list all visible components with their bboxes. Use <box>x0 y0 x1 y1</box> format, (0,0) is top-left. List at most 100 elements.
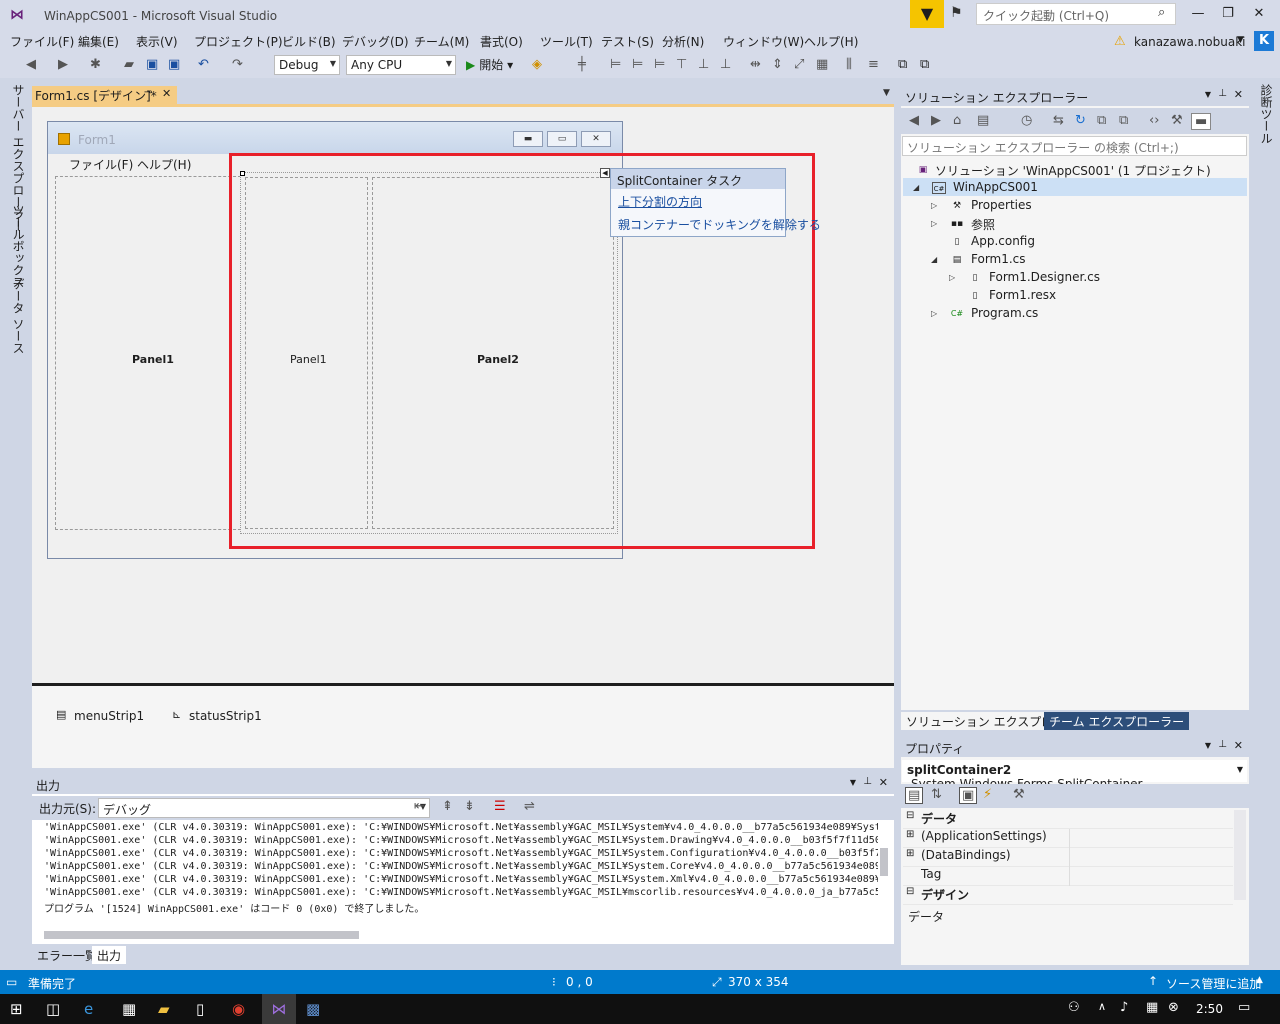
tree-solution[interactable]: ソリューション 'WinAppCS001' (1 プロジェクト) <box>935 162 1211 179</box>
form-menu-file[interactable]: ファイル(F) <box>69 156 133 173</box>
user-name[interactable]: kanazawa.nobuaki <box>1134 35 1246 49</box>
categorized-icon[interactable]: ▤ <box>905 787 924 804</box>
pin-icon[interactable]: ⊥ <box>863 776 872 787</box>
open-folder-icon[interactable]: ▰ <box>124 57 134 72</box>
chevron-up-icon[interactable]: ∧ <box>1098 1000 1106 1013</box>
properties-scrollbar[interactable] <box>1234 810 1246 900</box>
menu-debug[interactable]: デバッグ(D) <box>342 33 409 50</box>
chevron-down-icon[interactable]: ▼ <box>1237 35 1244 45</box>
notification-icon[interactable]: ⚑ <box>950 5 963 21</box>
vertical-spacing-icon[interactable]: ≡ <box>868 57 879 72</box>
expand-icon[interactable]: ⊞ <box>906 829 914 840</box>
align-top-icon[interactable]: ⊤ <box>676 57 687 72</box>
close-icon[interactable]: ✕ <box>162 87 171 100</box>
chevron-up-icon[interactable]: ▲ <box>1256 975 1263 985</box>
tab-form1-designer[interactable]: Form1.cs [デザイン]* ⊸ ✕ <box>32 86 177 104</box>
close-icon[interactable]: ✕ <box>879 776 888 789</box>
prop-row-tag[interactable]: Tag <box>903 867 1233 886</box>
avatar[interactable]: K <box>1254 31 1274 51</box>
align-right-icon[interactable]: ⊨ <box>654 57 665 72</box>
forward-icon[interactable]: ▶ <box>58 57 68 72</box>
network-icon[interactable]: ▦ <box>1146 1000 1158 1015</box>
task-view-icon[interactable]: ◫ <box>46 1000 60 1018</box>
tree-project[interactable]: WinAppCS001 <box>953 180 1038 194</box>
tree-properties[interactable]: Properties <box>971 198 1032 212</box>
action-center-icon[interactable]: ▭ <box>1238 1000 1250 1015</box>
minimize-button[interactable]: — <box>1188 6 1208 21</box>
make-same-height-icon[interactable]: ⇕ <box>772 57 783 72</box>
back-icon[interactable]: ◀ <box>26 57 36 72</box>
menu-project[interactable]: プロジェクト(P) <box>194 33 283 50</box>
people-icon[interactable]: ⚇ <box>1068 1000 1080 1015</box>
tree-app-config[interactable]: App.config <box>971 234 1035 248</box>
properties-icon[interactable]: ⚒ <box>1171 113 1183 128</box>
alphabetical-icon[interactable]: ⇅ <box>931 787 942 802</box>
output-horizontal-scrollbar[interactable] <box>44 931 359 939</box>
diagnostic-tools-tab[interactable]: 診断ツール <box>1258 84 1275 144</box>
tab-output[interactable]: 出力 <box>92 946 127 964</box>
show-all-files-icon[interactable]: ⧉ <box>1119 113 1128 128</box>
events-icon[interactable]: ⚡ <box>983 787 992 802</box>
file-explorer-icon[interactable]: ▰ <box>158 1000 170 1018</box>
size-to-grid-icon[interactable]: ▦ <box>816 57 828 72</box>
expanded-arrow-icon[interactable]: ◢ <box>913 183 919 192</box>
tab-team-explorer[interactable]: チーム エクスプローラー <box>1044 712 1190 730</box>
align-middle-icon[interactable]: ⊥ <box>698 57 709 72</box>
collapse-icon[interactable]: ⊟ <box>906 810 914 821</box>
refresh-icon[interactable]: ↻ <box>1075 113 1086 128</box>
menu-view[interactable]: 表示(V) <box>136 33 178 50</box>
collapse-all-icon[interactable]: ⧉ <box>1097 113 1106 128</box>
tree-form1-cs[interactable]: Form1.cs <box>971 252 1026 266</box>
properties-view-icon[interactable]: ▣ <box>959 787 978 804</box>
chevron-down-icon[interactable]: ▼ <box>883 88 890 98</box>
output-source-select[interactable]: デバッグ ▼ <box>98 798 430 818</box>
make-same-size-icon[interactable]: ⤢ <box>794 57 804 72</box>
send-to-back-icon[interactable]: ⧉ <box>920 57 929 72</box>
collapsed-arrow-icon[interactable]: ▷ <box>931 219 937 228</box>
preview-icon[interactable]: ▬ <box>1191 113 1212 130</box>
solution-search-input[interactable]: ソリューション エクスプローラー の検索 (Ctrl+;) <box>902 136 1247 156</box>
clock[interactable]: 2:50 <box>1196 1002 1223 1016</box>
collapsed-arrow-icon[interactable]: ▷ <box>949 273 955 282</box>
calculator-icon[interactable]: ▦ <box>122 1000 136 1018</box>
search-icon[interactable]: ⌕ <box>1158 5 1165 20</box>
align-icon[interactable]: ╪ <box>578 57 586 72</box>
start-debug-button[interactable]: ▶ 開始 ▾ <box>466 56 513 73</box>
save-icon[interactable]: ▣ <box>146 57 158 72</box>
menu-build[interactable]: ビルド(B) <box>282 33 336 50</box>
smart-tag-glyph-icon[interactable]: ◀ <box>600 168 610 178</box>
swap-icon[interactable]: ⇆ <box>1053 113 1064 128</box>
menu-tools[interactable]: ツール(T) <box>540 33 593 50</box>
visual-studio-taskbar-icon[interactable]: ⋈ <box>262 994 296 1024</box>
prop-row-data-bindings[interactable]: ⊞ (DataBindings) <box>903 848 1233 867</box>
output-text-area[interactable]: 'WinAppCS001.exe' (CLR v4.0.30319: WinAp… <box>32 820 878 930</box>
output-vertical-scrollbar[interactable] <box>880 848 888 876</box>
undock-parent-link[interactable]: 親コンテナーでドッキングを解除する <box>618 216 821 233</box>
property-pages-icon[interactable]: ⚒ <box>1013 787 1025 802</box>
pin-icon[interactable]: ⊸ <box>144 87 152 98</box>
collapsed-arrow-icon[interactable]: ▷ <box>931 309 937 318</box>
collapse-icon[interactable]: ⊟ <box>906 886 914 897</box>
data-sources-tab[interactable]: データ ソース <box>10 278 27 354</box>
find-icon[interactable]: ◈ <box>532 57 542 72</box>
tree-references[interactable]: 参照 <box>971 216 995 233</box>
edge-browser-icon[interactable]: e <box>84 1000 93 1018</box>
prop-row-application-settings[interactable]: ⊞ (ApplicationSettings) <box>903 829 1233 848</box>
chrome-icon[interactable]: ◉ <box>232 1000 245 1018</box>
tree-program-cs[interactable]: Program.cs <box>971 306 1038 320</box>
prop-category-design[interactable]: ⊟ デザイン <box>903 886 1233 905</box>
collapsed-arrow-icon[interactable]: ▷ <box>931 201 937 210</box>
solution-platform-select[interactable]: Any CPU ▼ <box>346 55 456 75</box>
next-message-icon[interactable]: ⇟ <box>464 799 475 814</box>
chevron-down-icon[interactable]: ▼ <box>1205 741 1211 750</box>
quick-launch-input[interactable]: クイック起動 (Ctrl+Q) <box>976 3 1176 25</box>
forward-icon[interactable]: ▶ <box>931 113 941 128</box>
chevron-down-icon[interactable]: ▼ <box>850 778 856 787</box>
menu-analyze[interactable]: 分析(N) <box>662 33 704 50</box>
new-project-icon[interactable]: ✱ <box>90 57 101 72</box>
undo-icon[interactable]: ↶ <box>198 57 209 72</box>
tree-form1-resx[interactable]: Form1.resx <box>989 288 1056 302</box>
pin-icon[interactable]: ⊥ <box>1218 88 1227 99</box>
tray-menustrip1[interactable]: menuStrip1 <box>74 709 144 723</box>
view-code-icon[interactable]: ‹› <box>1149 113 1159 128</box>
